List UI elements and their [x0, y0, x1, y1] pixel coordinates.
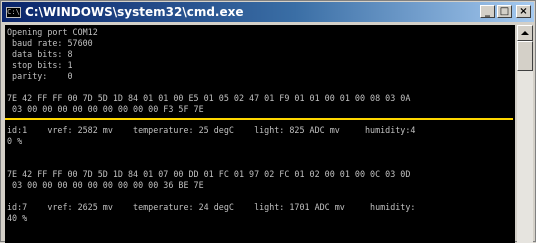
- title-bar[interactable]: C:\ C:\WINDOWS\system32\cmd.exe _ □ ×: [2, 2, 534, 22]
- console-line: baud rate: 57600: [7, 38, 93, 48]
- console-block-1: Opening port COM12 baud rate: 57600 data…: [5, 25, 515, 115]
- vertical-scrollbar[interactable]: [517, 25, 533, 243]
- maximize-button[interactable]: □: [497, 5, 512, 18]
- scroll-thumb[interactable]: [517, 41, 533, 71]
- close-button[interactable]: ×: [516, 5, 531, 18]
- console-line: data bits: 8: [7, 49, 73, 59]
- console-line: 40 %: [7, 213, 28, 223]
- maximize-icon: □: [499, 5, 510, 17]
- close-icon: ×: [519, 5, 528, 17]
- scroll-up-icon: [521, 31, 529, 35]
- console-output[interactable]: Opening port COM12 baud rate: 57600 data…: [5, 25, 515, 243]
- console-line: 7E 42 FF FF 00 7D 5D 1D 84 01 07 00 DD 0…: [7, 169, 411, 179]
- console-line: 03 00 00 00 00 00 00 00 00 00 F3 5F 7E: [7, 104, 204, 114]
- console-line: Opening port COM12: [7, 27, 98, 37]
- highlight-separator: [5, 118, 513, 120]
- title-bar-buttons: _ □ ×: [480, 5, 531, 18]
- window-title: C:\WINDOWS\system32\cmd.exe: [25, 5, 244, 19]
- console-line: 0 %: [7, 136, 23, 146]
- console-line: 7E 42 FF FF 00 7D 5D 1D 84 01 01 00 E5 0…: [7, 93, 411, 103]
- minimize-icon: _: [485, 5, 490, 17]
- scroll-up-button[interactable]: [517, 25, 533, 41]
- console-block-2: id:1 vref: 2582 mv temperature: 25 degC …: [5, 123, 515, 224]
- cmd-icon-text: C:\: [7, 7, 20, 16]
- console-line: id:1 vref: 2582 mv temperature: 25 degC …: [7, 125, 416, 135]
- console-line: parity: 0: [7, 71, 73, 81]
- console-line: id:7 vref: 2625 mv temperature: 24 degC …: [7, 202, 416, 212]
- console-line: stop bits: 1: [7, 60, 73, 70]
- cmd-window: C:\ C:\WINDOWS\system32\cmd.exe _ □ × Op…: [0, 0, 536, 243]
- minimize-button[interactable]: _: [480, 5, 495, 18]
- cmd-icon[interactable]: C:\: [6, 6, 21, 18]
- console-line: 03 00 00 00 00 00 00 00 00 00 36 BE 7E: [7, 180, 204, 190]
